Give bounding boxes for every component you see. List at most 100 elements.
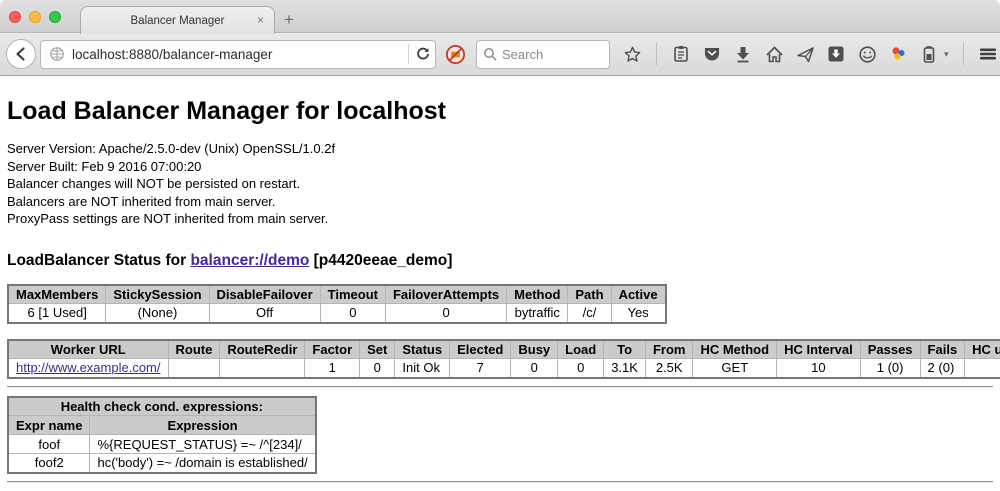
zoom-window-button[interactable] bbox=[49, 11, 61, 23]
table-title-row: Health check cond. expressions: bbox=[8, 397, 316, 416]
cell-expression: %{REQUEST_STATUS} =~ /^[234]/ bbox=[90, 435, 316, 454]
colored-dots-extension-icon[interactable] bbox=[888, 44, 908, 64]
table-header-row: Worker URL Route RouteRedir Factor Set S… bbox=[8, 340, 1000, 359]
cell-disablefailover: Off bbox=[209, 304, 320, 323]
send-icon[interactable] bbox=[795, 44, 815, 64]
server-built-line: Server Built: Feb 9 2016 07:00:20 bbox=[7, 158, 993, 176]
cell-factor: 1 bbox=[305, 359, 360, 378]
search-input[interactable] bbox=[502, 47, 594, 62]
page-title: Load Balancer Manager for localhost bbox=[7, 97, 993, 126]
pocket-icon[interactable] bbox=[702, 44, 722, 64]
toolbar-icons: ▾ bbox=[622, 43, 1000, 65]
expr-row: foof2 hc('body') =~ /domain is establish… bbox=[8, 454, 316, 473]
col-set: Set bbox=[360, 340, 395, 359]
worker-url-link[interactable]: http://www.example.com/ bbox=[16, 360, 161, 375]
navigation-toolbar: localhost:8880/balancer-manager bbox=[0, 33, 1000, 76]
col-load: Load bbox=[558, 340, 604, 359]
cell-load: 0 bbox=[558, 359, 604, 378]
url-separator bbox=[408, 44, 409, 64]
smiley-icon[interactable] bbox=[857, 44, 877, 64]
col-hc-uri: HC uri bbox=[965, 340, 1000, 359]
col-worker-url: Worker URL bbox=[8, 340, 168, 359]
col-expr-name: Expr name bbox=[8, 416, 90, 435]
url-text[interactable]: localhost:8880/balancer-manager bbox=[72, 47, 402, 62]
col-path: Path bbox=[568, 285, 611, 304]
reading-list-icon[interactable] bbox=[671, 44, 691, 64]
page-content: Load Balancer Manager for localhost Serv… bbox=[0, 76, 1000, 490]
col-timeout: Timeout bbox=[320, 285, 385, 304]
col-fails: Fails bbox=[920, 340, 965, 359]
col-disablefailover: DisableFailover bbox=[209, 285, 320, 304]
col-maxmembers: MaxMembers bbox=[8, 285, 106, 304]
cell-failoverattempts: 0 bbox=[385, 304, 506, 323]
balancer-settings-table: MaxMembers StickySession DisableFailover… bbox=[7, 284, 667, 324]
cell-passes: 1 (0) bbox=[860, 359, 920, 378]
cell-set: 0 bbox=[360, 359, 395, 378]
hamburger-menu-icon[interactable] bbox=[978, 44, 998, 64]
col-elected: Elected bbox=[450, 340, 511, 359]
col-hc-interval: HC Interval bbox=[777, 340, 861, 359]
col-hc-method: HC Method bbox=[693, 340, 777, 359]
search-icon bbox=[483, 47, 497, 61]
cell-active: Yes bbox=[611, 304, 666, 323]
cell-maxmembers: 6 [1 Used] bbox=[8, 304, 106, 323]
window-controls bbox=[9, 11, 61, 23]
cell-to: 3.1K bbox=[604, 359, 646, 378]
inherit-notice-line: Balancers are NOT inherited from main se… bbox=[7, 193, 993, 211]
col-from: From bbox=[645, 340, 693, 359]
bookmark-star-icon[interactable] bbox=[622, 44, 642, 64]
back-button[interactable] bbox=[6, 39, 36, 69]
bottom-divider bbox=[7, 481, 993, 483]
battery-extension-icon[interactable] bbox=[919, 44, 939, 64]
cell-expr-name: foof bbox=[8, 435, 90, 454]
tab-balancer-manager[interactable]: Balancer Manager × bbox=[80, 6, 275, 34]
cell-expression: hc('body') =~ /domain is established/ bbox=[90, 454, 316, 473]
cell-worker-url: http://www.example.com/ bbox=[8, 359, 168, 378]
plugin-blocked-icon[interactable] bbox=[445, 44, 466, 65]
browser-window: Balancer Manager × + localhost:8880/bala… bbox=[0, 0, 1000, 491]
home-icon[interactable] bbox=[764, 44, 784, 64]
cell-path: /c/ bbox=[568, 304, 611, 323]
cell-routeredir bbox=[220, 359, 305, 378]
search-bar[interactable] bbox=[476, 40, 610, 69]
close-window-button[interactable] bbox=[9, 11, 21, 23]
download-box-icon[interactable] bbox=[826, 44, 846, 64]
table-header-row: MaxMembers StickySession DisableFailover… bbox=[8, 285, 666, 304]
cell-fails: 2 (0) bbox=[920, 359, 965, 378]
col-active: Active bbox=[611, 285, 666, 304]
cell-from: 2.5K bbox=[645, 359, 693, 378]
balancer-demo-link[interactable]: balancer://demo bbox=[190, 252, 309, 269]
tab-close-icon[interactable]: × bbox=[257, 13, 264, 27]
col-busy: Busy bbox=[511, 340, 558, 359]
server-version-line: Server Version: Apache/2.5.0-dev (Unix) … bbox=[7, 140, 993, 158]
minimize-window-button[interactable] bbox=[29, 11, 41, 23]
toolbar-separator bbox=[963, 43, 964, 65]
status-prefix: LoadBalancer Status for bbox=[7, 252, 190, 269]
col-factor: Factor bbox=[305, 340, 360, 359]
col-to: To bbox=[604, 340, 646, 359]
cell-hc-method: GET bbox=[693, 359, 777, 378]
expr-row: foof %{REQUEST_STATUS} =~ /^[234]/ bbox=[8, 435, 316, 454]
col-passes: Passes bbox=[860, 340, 920, 359]
cell-expr-name: foof2 bbox=[8, 454, 90, 473]
col-expression: Expression bbox=[90, 416, 316, 435]
worker-table: Worker URL Route RouteRedir Factor Set S… bbox=[7, 339, 1000, 379]
health-check-table: Health check cond. expressions: Expr nam… bbox=[7, 396, 317, 474]
extension-caret-icon[interactable]: ▾ bbox=[944, 49, 949, 60]
back-icon bbox=[13, 46, 29, 62]
col-failoverattempts: FailoverAttempts bbox=[385, 285, 506, 304]
tab-title: Balancer Manager bbox=[131, 15, 225, 27]
persist-notice-line: Balancer changes will NOT be persisted o… bbox=[7, 175, 993, 193]
url-bar[interactable]: localhost:8880/balancer-manager bbox=[40, 40, 436, 69]
globe-icon bbox=[49, 46, 65, 62]
cell-status: Init Ok bbox=[395, 359, 450, 378]
reload-icon[interactable] bbox=[415, 46, 431, 62]
downloads-icon[interactable] bbox=[733, 44, 753, 64]
cell-method: bytraffic bbox=[507, 304, 568, 323]
new-tab-button[interactable]: + bbox=[284, 10, 294, 30]
tab-bar: Balancer Manager × + bbox=[0, 0, 1000, 33]
col-stickysession: StickySession bbox=[106, 285, 209, 304]
health-table-title: Health check cond. expressions: bbox=[8, 397, 316, 416]
toolbar-separator bbox=[656, 43, 657, 65]
cell-hc-interval: 10 bbox=[777, 359, 861, 378]
